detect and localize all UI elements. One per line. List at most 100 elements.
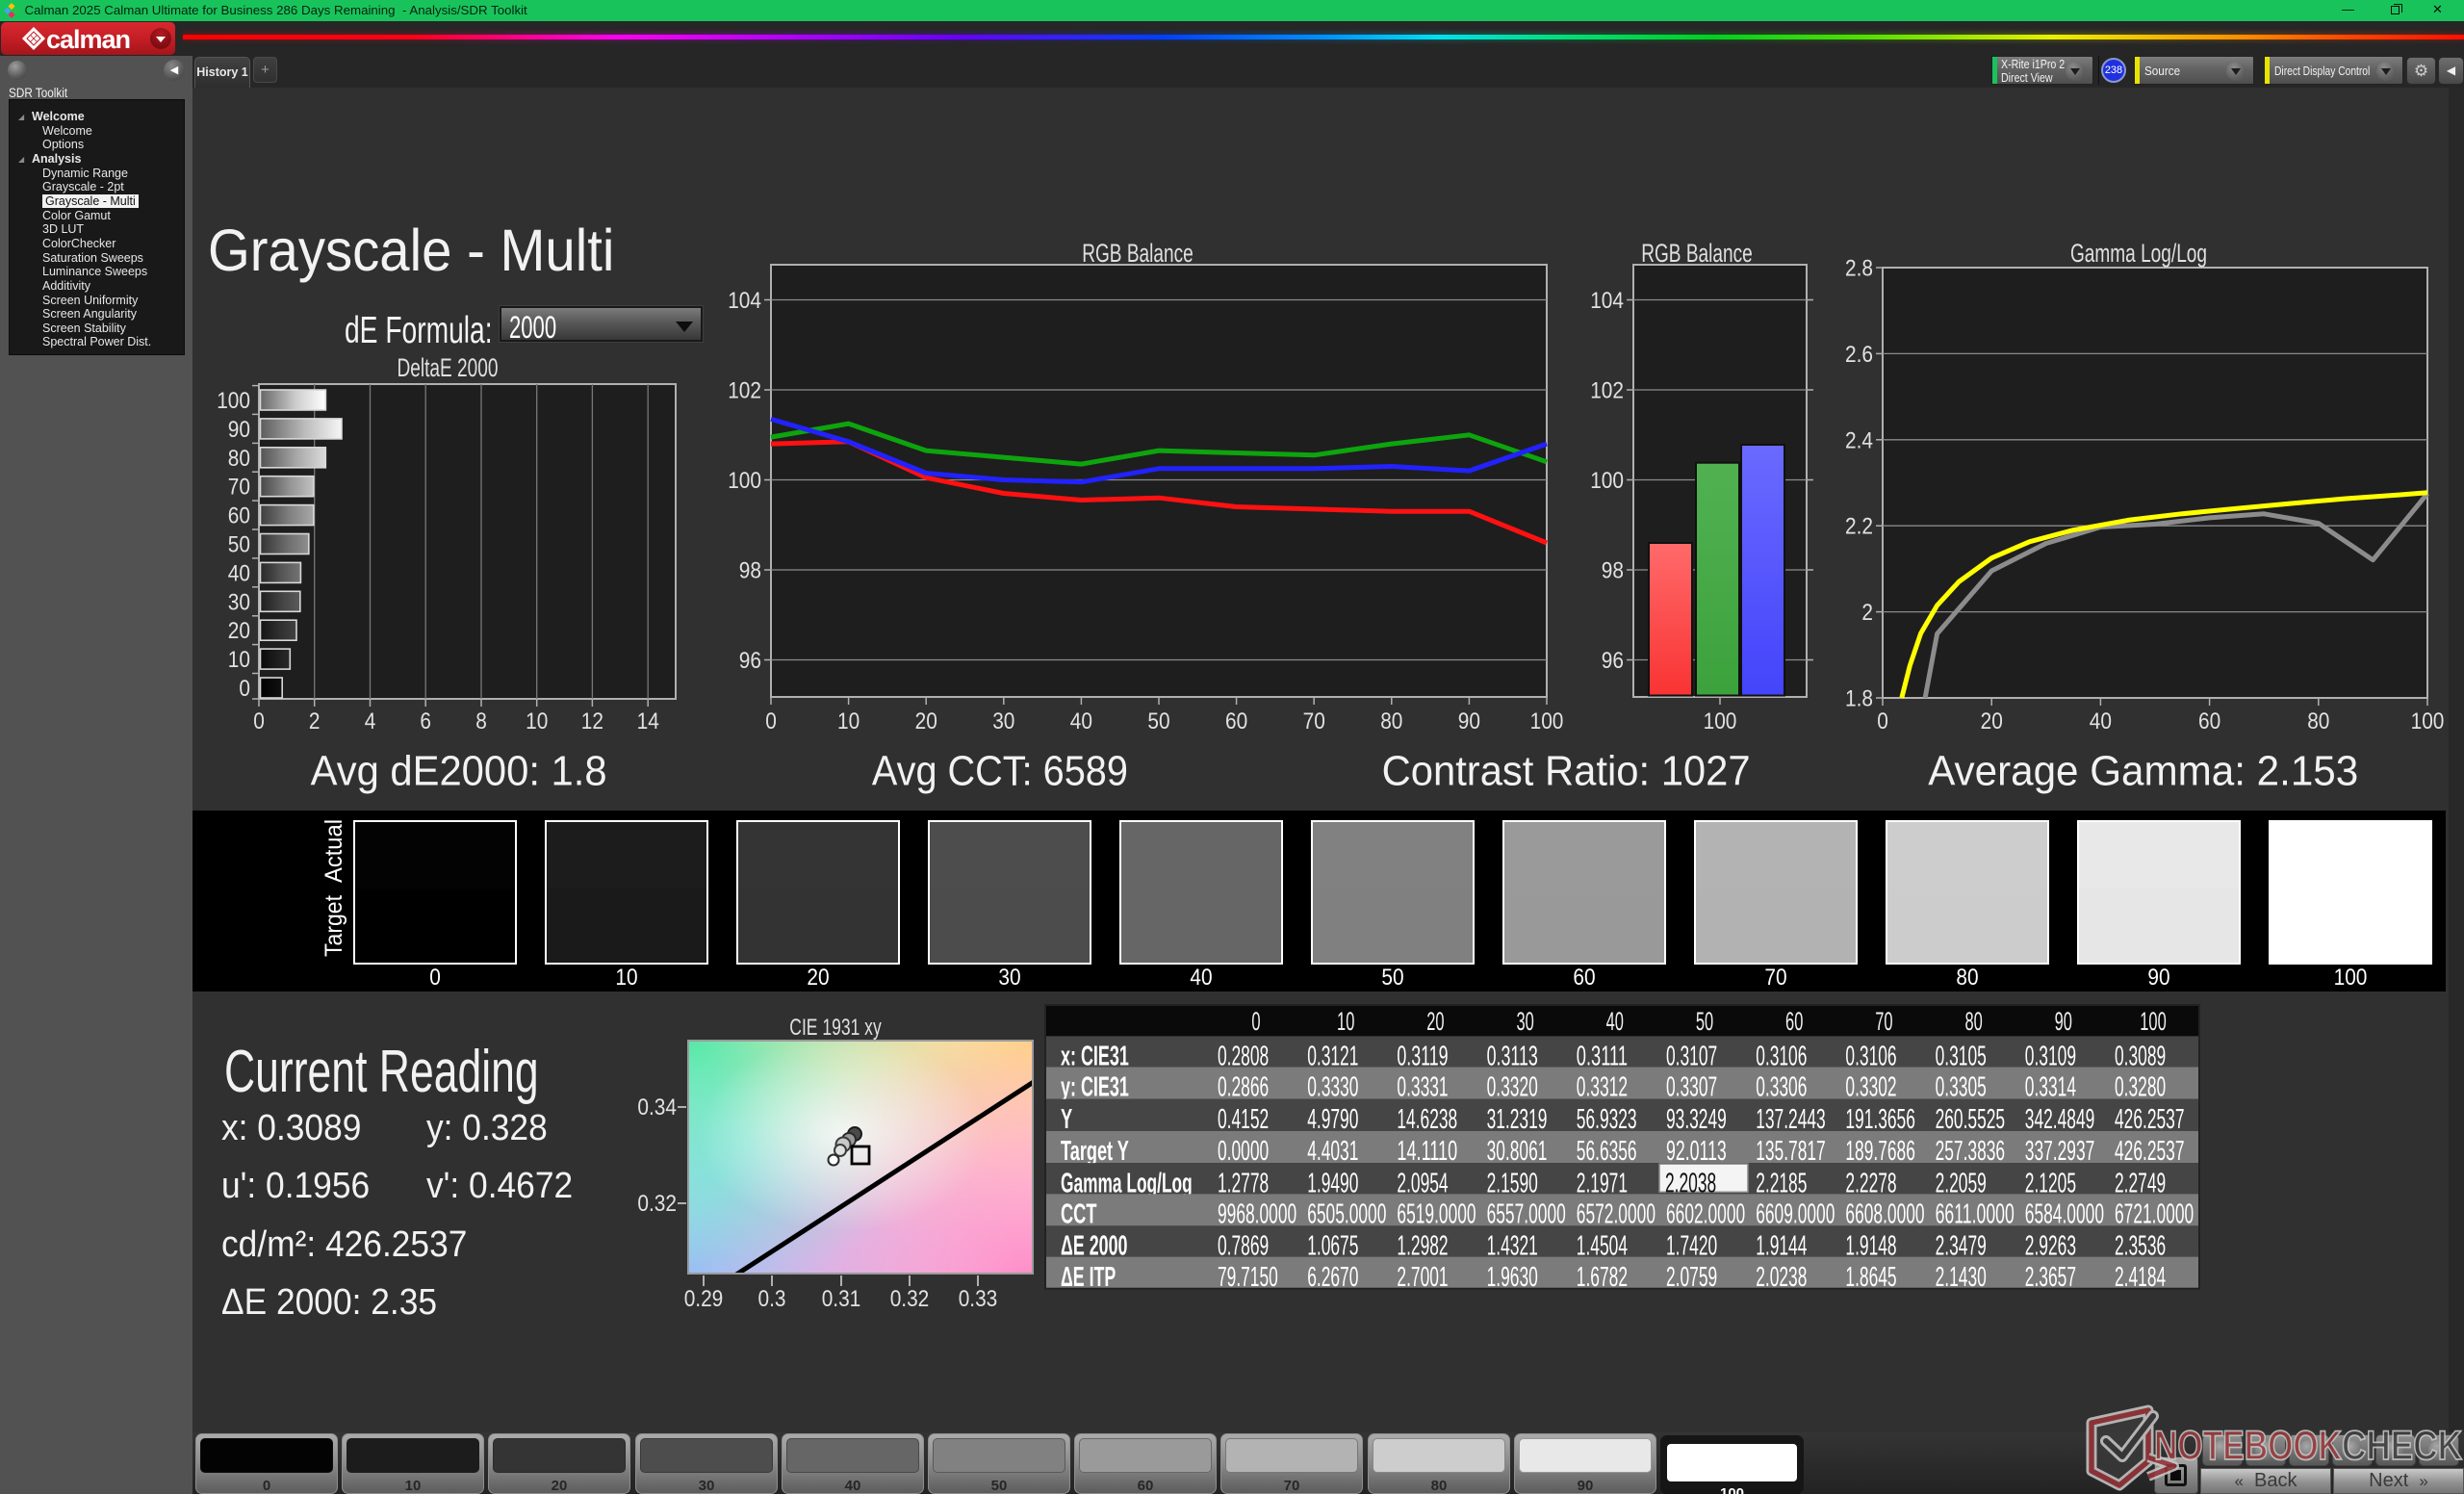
svg-text:189.7686: 189.7686 — [1845, 1136, 1915, 1167]
svg-text:14.1110: 14.1110 — [1397, 1136, 1457, 1167]
svg-text:56.9323: 56.9323 — [1577, 1104, 1637, 1135]
svg-text:60: 60 — [1573, 965, 1595, 991]
svg-text:60: 60 — [1225, 708, 1247, 734]
svg-text:Gamma Log/Log: Gamma Log/Log — [2070, 239, 2207, 268]
svg-text:40: 40 — [1190, 965, 1212, 991]
svg-text:2.1430: 2.1430 — [1936, 1262, 1987, 1293]
svg-text:6602.0000: 6602.0000 — [1666, 1199, 1745, 1230]
svg-text:6611.0000: 6611.0000 — [1936, 1199, 2015, 1230]
svg-text:20: 20 — [228, 618, 250, 644]
svg-text:56.6356: 56.6356 — [1577, 1136, 1637, 1167]
svg-text:50: 50 — [228, 532, 250, 558]
svg-text:6609.0000: 6609.0000 — [1756, 1199, 1835, 1230]
svg-text:260.5525: 260.5525 — [1936, 1104, 2006, 1135]
svg-text:0.3307: 0.3307 — [1666, 1072, 1717, 1103]
svg-text:0: 0 — [429, 965, 441, 991]
svg-text:1.6782: 1.6782 — [1577, 1262, 1628, 1293]
svg-text:0.32: 0.32 — [637, 1191, 677, 1217]
svg-text:30: 30 — [998, 965, 1020, 991]
svg-text:79.7150: 79.7150 — [1218, 1262, 1278, 1293]
svg-text:60: 60 — [1785, 1007, 1803, 1036]
svg-text:100: 100 — [217, 388, 250, 414]
svg-text:70: 70 — [228, 475, 250, 501]
svg-text:2.7001: 2.7001 — [1397, 1262, 1448, 1293]
svg-text:0.31: 0.31 — [822, 1286, 861, 1312]
svg-text:70: 70 — [1764, 965, 1786, 991]
svg-text:0.29: 0.29 — [684, 1286, 724, 1312]
svg-text:1.8645: 1.8645 — [1845, 1262, 1896, 1293]
svg-text:50: 50 — [1147, 708, 1169, 734]
svg-text:80: 80 — [2307, 708, 2329, 734]
svg-text:20: 20 — [1981, 708, 2003, 734]
svg-text:0.0000: 0.0000 — [1218, 1136, 1269, 1167]
svg-text:100: 100 — [1590, 468, 1624, 494]
svg-text:0.2866: 0.2866 — [1218, 1072, 1269, 1103]
svg-text:135.7817: 135.7817 — [1756, 1136, 1826, 1167]
svg-text:0.4152: 0.4152 — [1218, 1104, 1269, 1135]
svg-text:2.4184: 2.4184 — [2115, 1262, 2166, 1293]
svg-text:0.3302: 0.3302 — [1845, 1072, 1896, 1103]
svg-text:6721.0000: 6721.0000 — [2115, 1199, 2194, 1230]
svg-text:CIE 1931 xy: CIE 1931 xy — [789, 1015, 881, 1041]
svg-text:0: 0 — [1251, 1007, 1260, 1036]
svg-text:y: CIE31: y: CIE31 — [1061, 1072, 1129, 1103]
svg-text:102: 102 — [728, 378, 761, 404]
svg-text:10: 10 — [615, 965, 637, 991]
svg-text:426.2537: 426.2537 — [2115, 1104, 2185, 1135]
svg-text:4.9790: 4.9790 — [1307, 1104, 1358, 1135]
svg-text:191.3656: 191.3656 — [1845, 1104, 1915, 1135]
svg-text:0.34: 0.34 — [637, 1095, 677, 1120]
svg-text:Target: Target — [321, 895, 347, 957]
svg-text:90: 90 — [2055, 1007, 2072, 1036]
svg-text:Y: Y — [1061, 1104, 1072, 1135]
svg-text:70: 70 — [1875, 1007, 1892, 1036]
svg-text:90: 90 — [1458, 708, 1480, 734]
svg-text:0.3306: 0.3306 — [1756, 1072, 1807, 1103]
svg-text:0: 0 — [765, 708, 777, 734]
svg-text:92.0113: 92.0113 — [1666, 1136, 1727, 1167]
svg-text:10: 10 — [1337, 1007, 1354, 1036]
svg-text:6608.0000: 6608.0000 — [1845, 1199, 1924, 1230]
svg-text:342.4849: 342.4849 — [2025, 1104, 2095, 1135]
svg-text:100: 100 — [2140, 1007, 2167, 1036]
svg-text:10: 10 — [837, 708, 860, 734]
svg-text:14.6238: 14.6238 — [1397, 1104, 1457, 1135]
svg-text:20: 20 — [807, 965, 829, 991]
svg-text:10: 10 — [526, 708, 548, 734]
svg-text:96: 96 — [739, 648, 761, 674]
svg-text:40: 40 — [1070, 708, 1092, 734]
svg-text:6572.0000: 6572.0000 — [1577, 1199, 1656, 1230]
svg-text:8: 8 — [475, 708, 487, 734]
svg-text:2.6: 2.6 — [1845, 342, 1873, 368]
svg-text:96: 96 — [1602, 648, 1624, 674]
svg-text:RGB Balance: RGB Balance — [1641, 239, 1753, 268]
svg-text:CCT: CCT — [1061, 1199, 1097, 1230]
svg-text:257.3836: 257.3836 — [1936, 1136, 2006, 1167]
svg-text:0: 0 — [239, 676, 250, 702]
svg-text:40: 40 — [2090, 708, 2112, 734]
svg-text:60: 60 — [228, 503, 250, 529]
svg-text:DeltaE 2000: DeltaE 2000 — [398, 353, 499, 382]
svg-text:6505.0000: 6505.0000 — [1307, 1199, 1386, 1230]
svg-text:337.2937: 337.2937 — [2025, 1136, 2095, 1167]
svg-text:CHECK: CHECK — [2342, 1423, 2462, 1469]
svg-text:6519.0000: 6519.0000 — [1397, 1199, 1476, 1230]
svg-text:104: 104 — [728, 288, 761, 314]
svg-text:70: 70 — [1303, 708, 1325, 734]
svg-text:0.33: 0.33 — [959, 1286, 998, 1312]
svg-text:30.8061: 30.8061 — [1487, 1136, 1548, 1167]
svg-text:10: 10 — [228, 647, 250, 673]
svg-text:60: 60 — [2198, 708, 2220, 734]
svg-text:2.0759: 2.0759 — [1666, 1262, 1717, 1293]
svg-text:ΔE ITP: ΔE ITP — [1061, 1262, 1116, 1293]
svg-text:426.2537: 426.2537 — [2115, 1136, 2185, 1167]
svg-text:Actual: Actual — [321, 819, 347, 883]
svg-text:6.2670: 6.2670 — [1307, 1262, 1358, 1293]
svg-text:9968.0000: 9968.0000 — [1218, 1199, 1296, 1230]
svg-text:2.3657: 2.3657 — [2025, 1262, 2076, 1293]
svg-text:100: 100 — [1530, 708, 1564, 734]
svg-text:0.3280: 0.3280 — [2115, 1072, 2166, 1103]
svg-text:0.3314: 0.3314 — [2025, 1072, 2076, 1103]
svg-text:Target Y: Target Y — [1061, 1136, 1129, 1167]
svg-text:80: 80 — [1964, 1007, 1982, 1036]
